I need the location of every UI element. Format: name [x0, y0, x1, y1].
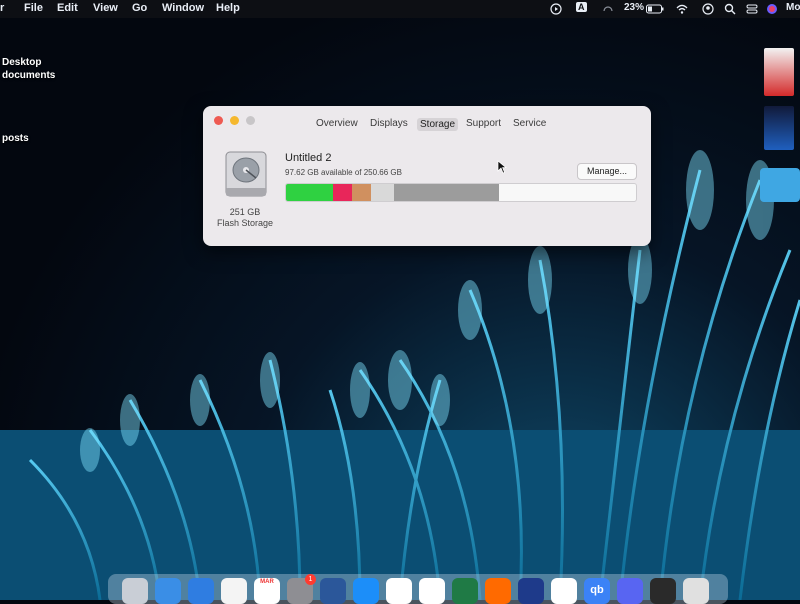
control-center-icon[interactable] [746, 3, 758, 15]
calendar-month-label: MAR [260, 579, 274, 585]
zoom-button[interactable] [246, 116, 255, 125]
input-source-indicator[interactable]: A [576, 2, 587, 12]
desktop-file-thumbnail[interactable] [764, 106, 794, 150]
desktop-folder-label[interactable]: Desktop [2, 57, 41, 68]
mouse-pointer-icon [497, 160, 507, 174]
video-icon[interactable] [485, 578, 511, 604]
user-name[interactable]: Mo [786, 2, 800, 13]
menu-file[interactable]: File [24, 2, 43, 14]
tasks-icon[interactable] [419, 578, 445, 604]
airdrop-icon[interactable] [602, 3, 614, 15]
manage-button[interactable]: Manage... [577, 163, 637, 180]
storage-segment-media [352, 184, 371, 201]
menu-help[interactable]: Help [216, 2, 240, 14]
safari-icon[interactable] [155, 578, 181, 604]
launchpad-icon[interactable] [122, 578, 148, 604]
volume-available: 97.62 GB available of 250.66 GB [285, 168, 402, 177]
close-button[interactable] [214, 116, 223, 125]
mail-icon[interactable] [188, 578, 214, 604]
menu-go[interactable]: Go [132, 2, 147, 14]
user-icon[interactable] [702, 3, 714, 15]
tab-displays[interactable]: Displays [370, 118, 408, 129]
about-this-mac-window: Overview Displays Storage Support Servic… [203, 106, 651, 246]
tab-storage[interactable]: Storage [417, 118, 459, 131]
tab-service[interactable]: Service [513, 118, 546, 129]
notification-badge: 1 [305, 574, 316, 585]
trash-icon[interactable] [683, 578, 709, 604]
disk-drive-icon [225, 151, 267, 197]
wallpaper-grass [0, 150, 800, 600]
search-icon[interactable] [724, 3, 736, 15]
storage-segment-other [371, 184, 394, 201]
volume-name: Untitled 2 [285, 152, 332, 164]
play-icon[interactable] [550, 3, 562, 15]
menu-view[interactable]: View [93, 2, 118, 14]
menu-window[interactable]: Window [162, 2, 204, 14]
battery-percent[interactable]: 23% [624, 2, 644, 13]
storage-segment-apps [286, 184, 333, 201]
desktop-folder-icon[interactable] [760, 168, 800, 202]
storage-segment-system [394, 184, 499, 201]
chrome-icon[interactable] [551, 578, 577, 604]
qb-label: qb [590, 584, 604, 596]
posts-folder-label[interactable]: posts [2, 133, 29, 144]
menu-bar: r File Edit View Go Window Help A 23% Mo [0, 0, 800, 18]
slack-icon[interactable] [386, 578, 412, 604]
word-icon[interactable] [320, 578, 346, 604]
siri-icon[interactable] [766, 3, 778, 15]
discord-icon[interactable] [617, 578, 643, 604]
app-store-icon[interactable] [353, 578, 379, 604]
menu-edit[interactable]: Edit [57, 2, 78, 14]
battery-icon[interactable] [646, 3, 664, 15]
monitor-icon[interactable] [650, 578, 676, 604]
system-settings-icon[interactable]: 1 [287, 574, 316, 604]
calendar-icon[interactable]: MAR [254, 578, 280, 604]
menu-app[interactable]: r [0, 2, 4, 14]
minimize-button[interactable] [230, 116, 239, 125]
notes-icon[interactable] [518, 578, 544, 604]
desktop-file-thumbnail[interactable] [764, 48, 794, 96]
disk-capacity: 251 GB [229, 207, 261, 217]
storage-segment-documents [333, 184, 352, 201]
excel-icon[interactable] [452, 578, 478, 604]
tab-overview[interactable]: Overview [316, 118, 358, 129]
qb-icon[interactable]: qb [584, 578, 610, 604]
tab-support[interactable]: Support [466, 118, 501, 129]
storage-usage-bar [285, 183, 637, 202]
wifi-icon[interactable] [676, 3, 688, 15]
disk-type: Flash Storage [216, 218, 274, 228]
photos-icon[interactable] [221, 578, 247, 604]
documents-folder-label[interactable]: documents [2, 70, 55, 81]
